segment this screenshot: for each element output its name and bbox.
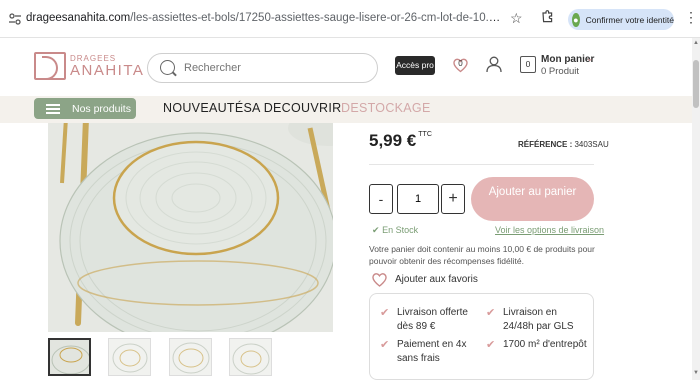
scrollbar-thumb[interactable] (693, 60, 699, 108)
quantity-decrease-button[interactable]: - (369, 184, 393, 214)
wishlist-count: 0 (458, 59, 463, 68)
products-menu-button[interactable]: Nos produits (34, 98, 136, 119)
scroll-up-icon[interactable]: ▲ (693, 40, 699, 48)
thumbnail-3[interactable] (169, 338, 212, 376)
logo-big-text: ANAHITA (70, 61, 145, 79)
cart-chevron-down-icon[interactable]: ⌄ (586, 53, 594, 64)
feature-fast-delivery: Livraison en 24/48h par GLS (503, 307, 574, 332)
feature-warehouse: 1700 m² d'entrepôt (503, 339, 587, 350)
search-input[interactable] (184, 60, 364, 76)
nav-link-nouveautes[interactable]: NOUVEAUTÉS (163, 101, 252, 115)
url-host: drageesanahita.com (26, 12, 131, 24)
stock-status-label: En Stock (382, 225, 419, 235)
check-icon: ✔ (486, 307, 496, 319)
loyalty-message: Votre panier doit contenir au moins 10,0… (369, 244, 595, 266)
user-account-icon[interactable] (486, 56, 502, 73)
stock-status: ✔ En Stock (372, 225, 418, 236)
site-logo[interactable]: DRAGEES ANAHITA (34, 50, 144, 82)
add-to-favorites[interactable]: Ajouter aux favoris (371, 272, 478, 287)
products-menu-label: Nos produits (72, 102, 131, 115)
thumbnail-2[interactable] (108, 338, 151, 376)
favorites-label: Ajouter aux favoris (395, 274, 478, 285)
price-tax-suffix: TTC (418, 131, 432, 138)
price-divider (369, 164, 594, 165)
check-icon: ✔ (380, 339, 390, 351)
hamburger-icon (46, 103, 60, 114)
product-reference: RÉFÉRENCE : 3403SAU (518, 140, 609, 149)
profile-avatar-icon: ● (572, 12, 580, 27)
check-icon: ✔ (380, 307, 390, 319)
cart-count: 0 (525, 59, 531, 69)
price-value: 5,99 € (369, 131, 417, 150)
url-path: /les-assiettes-et-bols/17250-assiettes-s… (130, 12, 504, 24)
nav-link-a-decouvrir[interactable]: A DECOUVRIR (252, 101, 341, 115)
browser-menu-icon[interactable]: ⋮ (684, 9, 698, 26)
feature-installment-payment: Paiement en 4x sans frais (397, 339, 467, 364)
identity-confirm-label: Confirmer votre identité (585, 14, 674, 25)
search-box[interactable] (147, 53, 378, 83)
product-main-image[interactable] (48, 123, 333, 332)
delivery-options-link[interactable]: Voir les options de livraison (495, 225, 604, 235)
search-icon[interactable] (160, 60, 175, 75)
product-price: 5,99 € TTC (369, 131, 432, 151)
cart-subtitle: 0 Produit (541, 66, 580, 77)
browser-toolbar: drageesanahita.com/les-assiettes-et-bols… (0, 0, 700, 38)
main-nav: Nos produits NOUVEAUTÉS A DECOUVRIR DEST… (0, 96, 692, 123)
bookmark-star-icon[interactable]: ☆ (510, 10, 523, 27)
check-icon: ✔ (486, 339, 496, 351)
check-icon: ✔ (372, 225, 380, 235)
quantity-input[interactable] (397, 184, 439, 214)
benefits-box: ✔ Livraison offerte dès 89 € ✔ Livraison… (369, 293, 594, 380)
reference-value: 3403SAU (574, 140, 609, 149)
quantity-increase-button[interactable]: + (441, 184, 465, 214)
plates-illustration (48, 123, 333, 332)
thumbnail-1[interactable] (48, 338, 91, 376)
add-to-cart-button[interactable]: Ajouter au panier (471, 177, 594, 221)
pro-access-button[interactable]: Accès pro (395, 56, 435, 75)
scroll-down-icon[interactable]: ▼ (693, 370, 699, 378)
page-scrollbar[interactable]: ▲ ▼ (692, 38, 700, 380)
site-header: DRAGEES ANAHITA (0, 38, 692, 96)
nav-link-destockage[interactable]: DESTOCKAGE (341, 101, 431, 115)
thumbnail-4[interactable] (229, 338, 272, 376)
address-bar[interactable]: drageesanahita.com/les-assiettes-et-bols… (26, 12, 504, 24)
logo-mark-icon (34, 52, 66, 80)
site-info-icon[interactable] (8, 12, 22, 26)
feature-free-shipping: Livraison offerte dès 89 € (397, 307, 468, 332)
identity-confirm-button[interactable]: ● Confirmer votre identité (568, 9, 674, 30)
extensions-icon[interactable] (540, 10, 554, 27)
heart-icon (372, 273, 387, 287)
reference-label: RÉFÉRENCE : (518, 140, 573, 149)
